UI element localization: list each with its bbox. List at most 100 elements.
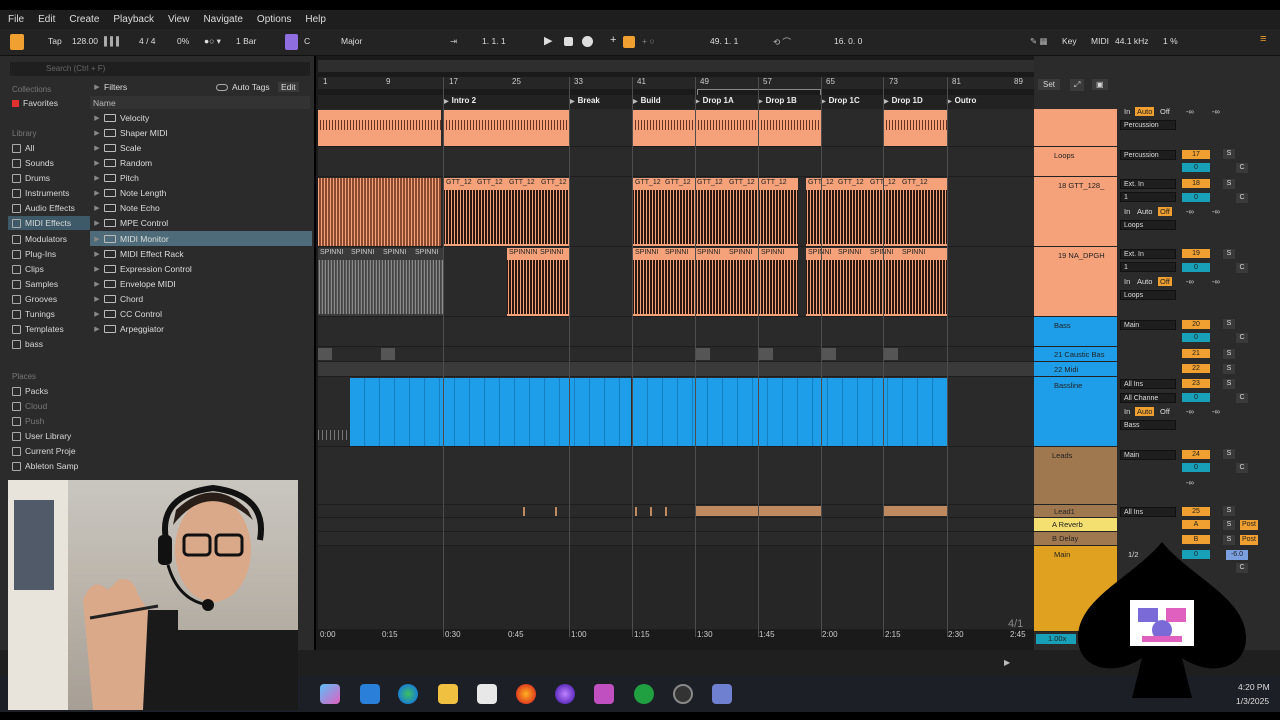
record-icon[interactable] <box>582 36 593 47</box>
crossfade-button[interactable]: C <box>1236 263 1248 273</box>
input-channel-select[interactable]: 1 <box>1120 192 1176 202</box>
midi-clip[interactable] <box>523 507 525 516</box>
metronome-icon[interactable]: ▌▌▌ <box>104 36 122 46</box>
sidebar-item-drums[interactable]: Drums <box>12 171 90 185</box>
filters-button[interactable]: Filters <box>104 82 127 92</box>
automation-arm-icon[interactable] <box>623 36 635 48</box>
monitor-off-button[interactable]: Off <box>1160 107 1170 116</box>
crossfade-button[interactable]: C <box>1236 333 1248 343</box>
pan-value[interactable]: 0 <box>1182 463 1210 472</box>
midi-map-button[interactable]: MIDI <box>1091 36 1109 46</box>
track-lane-reverb[interactable] <box>318 518 1034 532</box>
midi-clip[interactable] <box>884 506 947 516</box>
track-header-lead1[interactable]: Lead1 <box>1034 505 1117 518</box>
monitor-in-button[interactable]: In <box>1124 407 1130 416</box>
list-item[interactable]: ▶ CC Control <box>90 306 312 321</box>
audio-clip-muted[interactable]: SPINNI SPINNI SPINNI SPINNI <box>318 248 444 316</box>
expand-icon[interactable]: ▶ <box>90 325 104 333</box>
monitor-off-button[interactable]: Off <box>1158 207 1172 216</box>
sidebar-item-tunings[interactable]: Tunings <box>12 307 90 321</box>
xbox-icon[interactable] <box>634 684 654 704</box>
lock-icon[interactable]: ▣ <box>1092 79 1108 90</box>
input-select[interactable]: Ext. In <box>1120 249 1176 259</box>
solo-button[interactable]: S <box>1223 506 1235 516</box>
app-icon[interactable] <box>594 684 614 704</box>
expand-icon[interactable]: ▶ <box>90 265 104 273</box>
menu-options[interactable]: Options <box>257 14 291 25</box>
locator-marker[interactable]: Intro 2 <box>444 96 476 105</box>
send-value[interactable]: -∞ <box>1212 207 1220 216</box>
post-button[interactable]: Post <box>1240 520 1258 530</box>
output-select[interactable]: Percussion <box>1120 150 1176 160</box>
sidebar-item-ableton-samples[interactable]: Ableton Samp <box>12 459 90 473</box>
expand-icon[interactable]: ▶ <box>90 235 104 243</box>
arrangement-position[interactable]: 1. 1. 1 <box>482 36 506 46</box>
solo-button[interactable]: S <box>1223 364 1235 374</box>
expand-icon[interactable]: ▶ <box>90 129 104 137</box>
send-value[interactable]: -∞ <box>1212 277 1220 286</box>
send-value[interactable]: -∞ <box>1212 407 1220 416</box>
midi-clip[interactable] <box>318 348 332 360</box>
time-ruler[interactable]: 0:00 0:15 0:30 0:45 1:00 1:15 1:30 1:45 … <box>318 630 1034 642</box>
auto-tags-toggle-icon[interactable] <box>216 83 228 91</box>
track-lane-loops[interactable] <box>318 147 1034 177</box>
list-item[interactable]: ▶ Note Echo <box>90 200 312 215</box>
crossfade-button[interactable]: C <box>1236 163 1248 173</box>
sidebar-item-templates[interactable]: Templates <box>12 322 90 336</box>
track-header-bass[interactable]: Bass <box>1034 317 1117 347</box>
beat-ruler[interactable]: 1 9 17 25 33 41 49 57 65 73 81 89 <box>318 77 1034 89</box>
monitor-auto-button[interactable]: Auto <box>1135 107 1155 116</box>
audio-clip[interactable]: SPINNIN SPINNI <box>507 248 570 316</box>
track-header-18[interactable]: 18 GTT_128_ <box>1034 177 1117 247</box>
list-item[interactable]: ▶ Chord <box>90 291 312 306</box>
hamburger-icon[interactable]: ≡ <box>1260 33 1266 45</box>
output-select[interactable]: Loops <box>1120 290 1176 300</box>
track-activator[interactable]: 25 <box>1182 507 1210 516</box>
input-channel-select[interactable]: 1 <box>1120 262 1176 272</box>
sidebar-item-packs[interactable]: Packs <box>12 384 90 398</box>
expand-icon[interactable]: ▶ <box>90 144 104 152</box>
crossfade-button[interactable]: C <box>1236 393 1248 403</box>
locator-marker[interactable]: Drop 1B <box>758 96 797 105</box>
track-activator[interactable]: 17 <box>1182 150 1210 159</box>
tempo-field[interactable]: 128.00 <box>72 36 98 46</box>
menu-view[interactable]: View <box>168 14 190 25</box>
solo-button[interactable]: S <box>1223 319 1235 329</box>
midi-clip[interactable] <box>884 348 898 360</box>
name-column-header[interactable]: Name <box>90 96 310 109</box>
obs-icon[interactable] <box>673 684 693 704</box>
track-lane-main[interactable] <box>318 546 1034 630</box>
track-header-loops[interactable]: Loops <box>1034 147 1117 177</box>
expand-icon[interactable]: ▶ <box>90 219 104 227</box>
midi-clip[interactable] <box>633 110 821 146</box>
output-select[interactable]: Loops <box>1120 220 1176 230</box>
expand-icon[interactable]: ▶ <box>90 174 104 182</box>
loop-icon[interactable]: ⟲ ⌒ <box>773 36 791 48</box>
sidebar-item-user-library[interactable]: User Library <box>12 429 90 443</box>
menu-create[interactable]: Create <box>69 14 99 25</box>
menu-help[interactable]: Help <box>305 14 326 25</box>
midi-clip[interactable] <box>650 507 652 516</box>
locator-marker[interactable]: Break <box>570 96 600 105</box>
edit-button[interactable]: Edit <box>278 82 299 92</box>
list-item[interactable]: ▶ Random <box>90 155 312 170</box>
filters-toggle-icon[interactable]: ▶ <box>90 83 104 91</box>
pan-value[interactable]: 0 <box>1182 333 1210 342</box>
output-select[interactable]: Main <box>1120 320 1176 330</box>
monitor-off-button[interactable]: Off <box>1158 277 1172 286</box>
monitor-in-button[interactable]: In <box>1124 107 1130 116</box>
midi-clip[interactable] <box>444 110 570 146</box>
file-explorer-icon[interactable] <box>438 684 458 704</box>
tap-button[interactable]: Tap <box>48 36 62 46</box>
sidebar-item-modulators[interactable]: Modulators <box>12 232 90 246</box>
solo-button[interactable]: S <box>1223 379 1235 389</box>
loop-start-field[interactable]: 49. 1. 1 <box>710 36 738 46</box>
track-header-percussion[interactable] <box>1034 109 1117 147</box>
draw-mode-icon[interactable]: ✎ ▦ <box>1030 36 1048 47</box>
ableton-live-icon[interactable] <box>712 684 732 704</box>
monitor-off-button[interactable]: Off <box>1160 407 1170 416</box>
sidebar-item-midi-effects[interactable]: MIDI Effects <box>8 216 90 230</box>
copilot-icon[interactable] <box>320 684 340 704</box>
record-mode-icon[interactable]: ●○ ▾ <box>204 36 221 47</box>
menu-edit[interactable]: Edit <box>38 14 55 25</box>
